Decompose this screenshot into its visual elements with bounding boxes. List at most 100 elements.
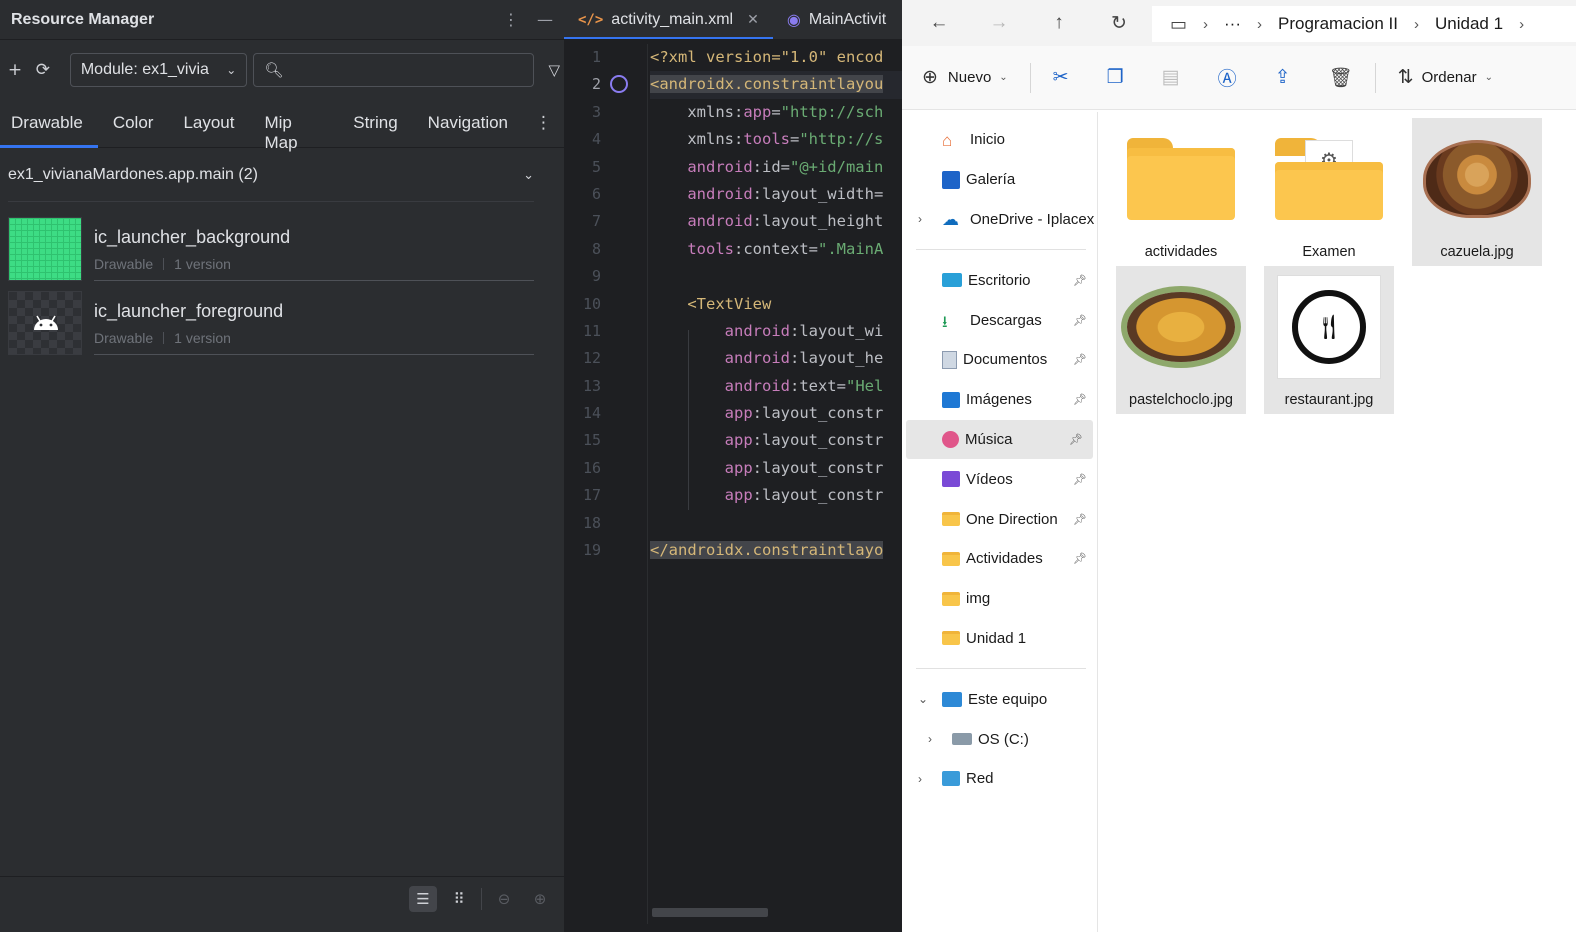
line-number: 8 <box>591 239 601 258</box>
pictures-icon <box>942 391 960 408</box>
sidebar-item-red[interactable]: › Red <box>902 759 1097 799</box>
resource-item[interactable]: ic_launcher_foreground Drawable 1 versio… <box>8 286 564 360</box>
refresh-icon[interactable]: ⟳ <box>32 60 54 80</box>
chevron-right-icon[interactable]: › <box>918 212 922 226</box>
sidebar-item-img[interactable]: img <box>902 579 1097 619</box>
back-arrow-icon[interactable]: ← <box>924 12 954 34</box>
tab-color[interactable]: Color <box>98 100 169 147</box>
file-item-restaurant[interactable]: 🍴︎ restaurant.jpg <box>1264 266 1394 414</box>
grid-view-icon[interactable]: ⠿ <box>445 886 473 912</box>
tab-drawable[interactable]: Drawable <box>0 100 98 148</box>
module-select[interactable]: Module: ex1_vivia ⌄ <box>69 53 248 87</box>
code-line[interactable]: <androidx.constraintlayou <box>650 71 902 99</box>
file-item-actividades[interactable]: actividades <box>1116 118 1246 266</box>
editor-tab-main-activity[interactable]: ◉ MainActivit <box>773 0 900 39</box>
add-resource-icon[interactable]: + <box>4 60 26 80</box>
resource-item[interactable]: ic_launcher_background Drawable 1 versio… <box>8 212 564 286</box>
up-arrow-icon[interactable]: ↑ <box>1044 12 1074 34</box>
zoom-in-icon[interactable]: ⊕ <box>526 886 554 912</box>
sidebar-item-m-sica[interactable]: Música 📌︎ <box>906 419 1093 460</box>
more-options-icon[interactable]: ⋮ <box>503 10 519 29</box>
tab-string[interactable]: String <box>338 100 412 147</box>
tab-navigation[interactable]: Navigation <box>413 100 523 147</box>
activity-gutter-icon[interactable] <box>610 75 628 94</box>
forward-arrow-icon[interactable]: → <box>984 12 1014 34</box>
more-tabs-icon[interactable]: ⋮ <box>523 100 564 147</box>
sidebar-item-este-equipo[interactable]: ⌄ Este equipo <box>902 679 1097 719</box>
share-icon[interactable]: ⇪ <box>1275 66 1291 89</box>
code-token: = <box>790 130 800 149</box>
filter-icon[interactable]: ▽ <box>548 61 560 79</box>
resource-search[interactable]: 🔍︎ <box>253 53 535 87</box>
rename-icon[interactable]: Ⓐ <box>1218 64 1237 91</box>
code-line[interactable]: </androidx.constraintlayo <box>650 537 902 564</box>
editor-tab-activity-main[interactable]: </> activity_main.xml ✕ <box>564 0 773 39</box>
code-line[interactable]: xmlns:tools="http://s <box>650 126 902 153</box>
sidebar-item-actividades[interactable]: Actividades 📌︎ <box>902 539 1097 579</box>
refresh-icon[interactable]: ↻ <box>1104 12 1134 35</box>
pin-icon[interactable]: 📌︎ <box>1073 473 1087 486</box>
minimize-icon[interactable]: — <box>537 10 553 29</box>
pin-icon[interactable]: 📌︎ <box>1073 513 1087 526</box>
file-item-pastelchoclo[interactable]: pastelchoclo.jpg <box>1116 266 1246 414</box>
sidebar-item-os-c[interactable]: › OS (C:) <box>902 719 1097 759</box>
sidebar-item-unidad-1[interactable]: Unidad 1 <box>902 619 1097 659</box>
breadcrumb-programacion[interactable]: Programacion II <box>1278 14 1398 34</box>
code-line[interactable]: android:id="@+id/main <box>650 154 902 181</box>
chevron-right-icon[interactable]: › <box>928 732 932 746</box>
horizontal-scrollbar[interactable] <box>652 908 768 917</box>
new-button[interactable]: ⊕ Nuevo ⌄ <box>922 66 1008 89</box>
chevron-down-icon: ⌄ <box>523 166 534 182</box>
sidebar-item-galeria[interactable]: Galería <box>902 160 1097 200</box>
sort-button[interactable]: ⇅ Ordenar ⌄ <box>1398 66 1493 89</box>
sidebar-item-documentos[interactable]: Documentos 📌︎ <box>902 340 1097 380</box>
pin-icon[interactable]: 📌︎ <box>1073 314 1087 327</box>
file-item-cazuela[interactable]: cazuela.jpg <box>1412 118 1542 266</box>
paste-icon[interactable]: ▤ <box>1162 66 1180 89</box>
pin-icon[interactable]: 📌︎ <box>1073 274 1087 287</box>
search-input[interactable] <box>291 62 524 78</box>
delete-icon[interactable]: 🗑︎ <box>1329 66 1353 90</box>
code-token: :text= <box>789 376 846 395</box>
sidebar-item-im-genes[interactable]: Imágenes 📌︎ <box>902 380 1097 420</box>
sidebar-item-v-deos[interactable]: Vídeos 📌︎ <box>902 459 1097 499</box>
code-line[interactable]: android:layout_height <box>650 208 902 235</box>
code-line[interactable] <box>650 263 902 290</box>
code-line[interactable]: <TextView <box>650 291 902 318</box>
breadcrumb-ellipsis[interactable]: ··· <box>1224 14 1241 34</box>
pin-icon[interactable]: 📌︎ <box>1069 433 1083 446</box>
resource-group-header[interactable]: ex1_vivianaMardones.app.main (2) ⌄ <box>8 148 534 202</box>
chevron-down-icon[interactable]: ⌄ <box>918 692 928 706</box>
sidebar-item-escritorio[interactable]: Escritorio 📌︎ <box>902 260 1097 300</box>
sidebar-item-one-direction[interactable]: One Direction 📌︎ <box>902 499 1097 539</box>
tab-layout[interactable]: Layout <box>168 100 249 147</box>
sidebar-item-descargas[interactable]: ⭳ Descargas 📌︎ <box>902 300 1097 340</box>
pin-icon[interactable]: 📌︎ <box>1073 552 1087 565</box>
code-line[interactable]: <?xml version="1.0" encod <box>650 44 902 71</box>
list-view-icon[interactable]: ☰ <box>409 885 437 912</box>
code-line[interactable] <box>650 510 902 537</box>
sidebar-item-onedrive[interactable]: › ☁ OneDrive - Iplacex <box>902 200 1097 240</box>
chevron-right-icon[interactable]: › <box>918 772 922 786</box>
line-number: 13 <box>582 376 601 395</box>
explorer-navigation-bar: ← → ↑ ↻ ▭ › ··· › Programacion II › Unid… <box>902 0 1576 46</box>
pin-icon[interactable]: 📌︎ <box>1073 393 1087 406</box>
code-token: android <box>650 157 753 176</box>
zoom-out-icon[interactable]: ⊖ <box>490 886 518 912</box>
copy-icon[interactable]: ❐ <box>1107 66 1124 89</box>
cut-icon[interactable]: ✂ <box>1053 66 1069 89</box>
breadcrumb-unidad[interactable]: Unidad 1 <box>1435 14 1503 34</box>
sidebar-item-inicio[interactable]: ⌂ Inicio <box>902 120 1097 160</box>
pin-icon[interactable]: 📌︎ <box>1073 353 1087 366</box>
code-line[interactable]: xmlns:app="http://sch <box>650 99 902 126</box>
code-token: app <box>650 458 753 477</box>
folder-icon <box>942 631 960 646</box>
code-token: "http://s <box>799 130 884 149</box>
tab-mip-map[interactable]: Mip Map <box>249 100 338 152</box>
file-item-examen[interactable]: ⚙ Examen <box>1264 118 1394 266</box>
code-token: tools <box>650 239 734 258</box>
code-line[interactable]: android:layout_width= <box>650 181 902 208</box>
code-line[interactable]: tools:context=".MainA <box>650 236 902 263</box>
address-bar[interactable]: ▭ › ··· › Programacion II › Unidad 1 › <box>1152 6 1576 42</box>
close-icon[interactable]: ✕ <box>747 11 759 28</box>
